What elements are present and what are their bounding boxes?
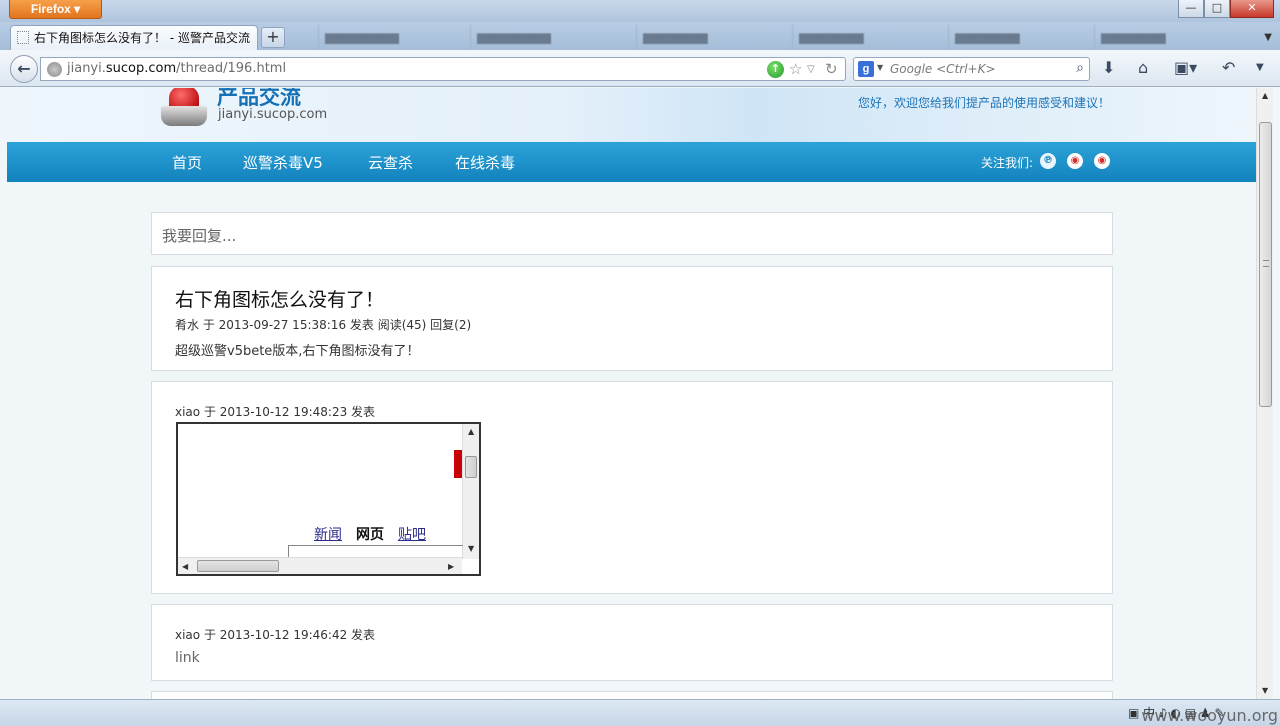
page-scroll-down-icon[interactable]: ▼ — [1262, 686, 1268, 695]
tab-background[interactable]: ▆▆▆▆▆▆▆▆ — [318, 25, 463, 50]
welcome-text: 您好，欢迎您给我们提产品的使用感受和建议！ — [857, 96, 1110, 110]
back-button[interactable]: ← — [10, 55, 38, 83]
google-engine-icon[interactable]: g — [858, 61, 874, 77]
bookmark-star-icon[interactable]: ☆ — [789, 60, 802, 78]
tab-active[interactable]: 右下角图标怎么没有了！ - 巡警产品交流 — [10, 25, 258, 50]
sina-weibo-icon[interactable]: ◉ — [1067, 153, 1083, 169]
downloads-icon[interactable]: ⬇ — [1102, 58, 1115, 77]
site-identity-icon[interactable] — [47, 62, 62, 77]
scroll-down-icon[interactable]: ▼ — [468, 544, 474, 553]
history-back-icon[interactable]: ↶ — [1222, 58, 1235, 77]
reply-text: link — [175, 650, 200, 666]
url-bar[interactable]: jianyi.sucop.com/thread/196.html ↑ ☆ ▽ ↻ — [40, 57, 846, 81]
scroll-left-icon[interactable]: ◀ — [182, 562, 188, 571]
scroll-up-icon[interactable]: ▲ — [468, 427, 474, 436]
go-arrow-icon[interactable]: ↑ — [767, 61, 784, 78]
toolbar-overflow-icon[interactable]: ▼ — [1256, 62, 1264, 73]
post-title: 右下角图标怎么没有了！ — [175, 289, 385, 311]
tab-background[interactable]: ▆▆▆▆▆▆▆ — [636, 25, 786, 50]
engine-dropdown-icon[interactable]: ▼ — [877, 63, 883, 72]
firefox-menu-label: Firefox — [30, 2, 71, 16]
reply-item: xiao 于 2013-10-12 19:48:23 发表 ▲ ▼ 新闻 网页 贴吧… — [151, 381, 1113, 594]
title-bar: Firefox ▾ — □ ✕ — [0, 0, 1280, 22]
window-controls: — □ ✕ — [1178, 0, 1274, 19]
reply-meta: xiao 于 2013-10-12 19:48:23 发表 — [175, 405, 376, 419]
maximize-button[interactable]: □ — [1204, 0, 1230, 18]
site-header: 产品交流 jianyi.sucop.com 您好，欢迎您给我们提产品的使用感受和… — [0, 88, 1256, 142]
tab-background[interactable]: ▆▆▆▆▆▆▆ — [1094, 25, 1244, 50]
nav-item-antivirus-v5[interactable]: 巡警杀毒V5 — [243, 152, 323, 173]
page-scrollbar[interactable]: ▲ ▼ — [1256, 88, 1273, 699]
iframe-link-news[interactable]: 新闻 — [314, 527, 342, 543]
reload-icon[interactable]: ↻ — [825, 60, 838, 78]
nav-item-home[interactable]: 首页 — [172, 152, 202, 173]
page-favicon-icon — [17, 31, 29, 44]
tab-background[interactable]: ▆▆▆▆▆▆▆ — [792, 25, 942, 50]
tab-title: 右下角图标怎么没有了！ - 巡警产品交流 — [34, 31, 250, 45]
browser-window: Firefox ▾ — □ ✕ 右下角图标怎么没有了！ - 巡警产品交流 + ▆… — [0, 0, 1280, 726]
follow-us-label: 关注我们: — [981, 156, 1034, 170]
iframe-horizontal-scrollbar[interactable]: ◀ ▶ — [178, 557, 462, 574]
home-icon[interactable]: ⌂ — [1138, 58, 1148, 77]
tencent-weibo-icon[interactable]: ◉ — [1094, 153, 1110, 169]
status-bar: ▣ 中 ♪ ◐ ▤ ♟ ✎ www.wooyun.org — [0, 699, 1280, 726]
page-scroll-up-icon[interactable]: ▲ — [1262, 91, 1268, 100]
main-nav: 首页 巡警杀毒V5 云查杀 在线杀毒 关注我们: ℗ ◉ ◉ — [7, 142, 1256, 182]
minimize-button[interactable]: — — [1178, 0, 1204, 18]
search-placeholder: Google <Ctrl+K> — [890, 62, 996, 76]
page-viewport: 产品交流 jianyi.sucop.com 您好，欢迎您给我们提产品的使用感受和… — [0, 88, 1256, 699]
post-meta: 肴水 于 2013-09-27 15:38:16 发表 阅读(45) 回复(2) — [175, 318, 472, 332]
iframe-hscroll-thumb[interactable] — [197, 560, 279, 572]
reply-input[interactable]: 我要回复... — [151, 212, 1113, 255]
post-body: 超级巡警v5bete版本,右下角图标没有了！ — [175, 344, 420, 359]
nav-item-online-scan[interactable]: 在线杀毒 — [455, 152, 515, 173]
red-logo-fragment — [454, 450, 462, 478]
bookmarks-menu-icon[interactable]: ▣▾ — [1174, 58, 1197, 77]
new-tab-button[interactable]: + — [261, 27, 285, 48]
embedded-iframe[interactable]: ▲ ▼ 新闻 网页 贴吧 ◀ ▶ — [176, 422, 481, 576]
search-icon[interactable]: ⌕ — [1076, 60, 1084, 76]
tab-background[interactable]: ▆▆▆▆▆▆▆▆ — [470, 25, 630, 50]
iframe-link-web[interactable]: 网页 — [356, 527, 384, 543]
iframe-scroll-thumb[interactable] — [465, 456, 477, 478]
reply-placeholder: 我要回复... — [162, 227, 237, 245]
reply-meta: xiao 于 2013-10-12 19:46:42 发表 — [175, 628, 376, 642]
close-button[interactable]: ✕ — [1230, 0, 1274, 18]
qq-weibo-icon[interactable]: ℗ — [1040, 153, 1056, 169]
iframe-link-tieba[interactable]: 贴吧 — [398, 527, 426, 543]
scroll-right-icon[interactable]: ▶ — [448, 562, 454, 571]
search-bar[interactable]: g ▼ Google <Ctrl+K> ⌕ — [853, 57, 1090, 81]
url-dropdown-icon[interactable]: ▽ — [807, 64, 815, 75]
tab-background[interactable]: ▆▆▆▆▆▆▆ — [948, 25, 1088, 50]
nav-item-cloud-scan[interactable]: 云查杀 — [368, 152, 413, 173]
thread-post: 右下角图标怎么没有了！ 肴水 于 2013-09-27 15:38:16 发表 … — [151, 266, 1113, 371]
siren-logo-icon[interactable] — [161, 88, 207, 126]
list-all-tabs-icon[interactable]: ▼ — [1264, 32, 1272, 43]
navigation-toolbar: ← jianyi.sucop.com/thread/196.html ↑ ☆ ▽… — [0, 50, 1280, 87]
iframe-links: 新闻 网页 贴吧 — [314, 524, 440, 544]
firefox-menu-button[interactable]: Firefox ▾ — [9, 0, 102, 19]
reply-item — [151, 691, 1113, 699]
page-scroll-thumb[interactable] — [1259, 122, 1272, 407]
tab-bar: 右下角图标怎么没有了！ - 巡警产品交流 + ▆▆▆▆▆▆▆▆ ▆▆▆▆▆▆▆▆… — [0, 22, 1280, 50]
url-text: jianyi.sucop.com/thread/196.html — [67, 61, 287, 76]
iframe-vertical-scrollbar[interactable]: ▲ ▼ — [462, 424, 479, 559]
site-domain: jianyi.sucop.com — [218, 107, 328, 122]
watermark: www.wooyun.org — [1141, 706, 1278, 725]
reply-item: xiao 于 2013-10-12 19:46:42 发表 link — [151, 604, 1113, 681]
